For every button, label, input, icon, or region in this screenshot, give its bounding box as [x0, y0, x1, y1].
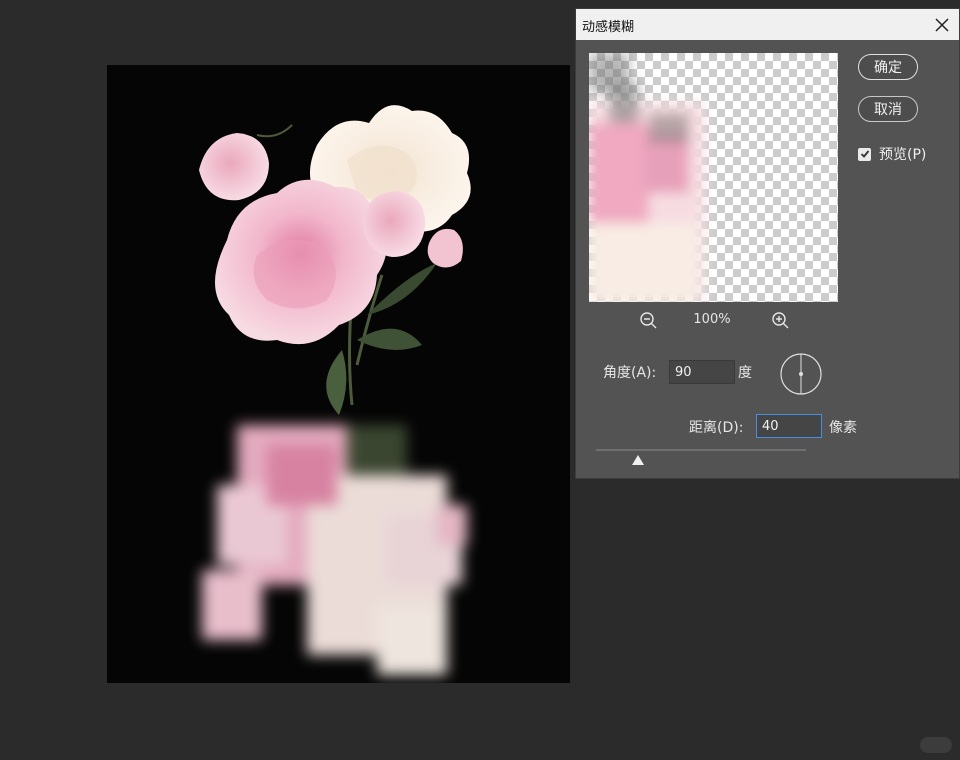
distance-label: 距离(D):	[689, 420, 744, 436]
close-icon	[935, 17, 949, 32]
ok-button[interactable]: 确定	[858, 54, 918, 80]
watermark-badge	[920, 737, 952, 753]
zoom-out-icon[interactable]	[639, 311, 659, 331]
dialog-title: 动感模糊	[582, 20, 635, 35]
filter-preview[interactable]	[589, 53, 838, 302]
angle-unit: 度	[738, 365, 752, 381]
angle-input[interactable]	[669, 360, 735, 384]
preview-checkbox[interactable]: 预览(P)	[858, 144, 926, 164]
document-canvas[interactable]	[107, 65, 570, 683]
motion-blur-dialog: 动感模糊 确定 取消 预览(P) 100% 角度(A): 90 度 距离(D):…	[575, 8, 960, 479]
preview-label: 预览(P)	[879, 147, 927, 163]
dialog-titlebar[interactable]: 动感模糊	[576, 9, 959, 40]
distance-unit: 像素	[829, 420, 857, 436]
close-button[interactable]	[925, 9, 959, 40]
angle-label: 角度(A):	[603, 365, 657, 381]
preview-image	[589, 53, 704, 302]
zoom-level: 100%	[693, 312, 731, 327]
distance-input[interactable]	[756, 414, 822, 438]
distance-slider[interactable]	[596, 449, 806, 451]
checkbox-box[interactable]	[858, 147, 871, 161]
angle-dial[interactable]	[779, 352, 823, 396]
checkmark-icon	[860, 150, 869, 158]
cancel-button[interactable]: 取消	[858, 96, 918, 122]
peony-photo	[199, 105, 471, 675]
slider-thumb[interactable]	[632, 455, 644, 465]
zoom-in-icon[interactable]	[771, 311, 791, 331]
